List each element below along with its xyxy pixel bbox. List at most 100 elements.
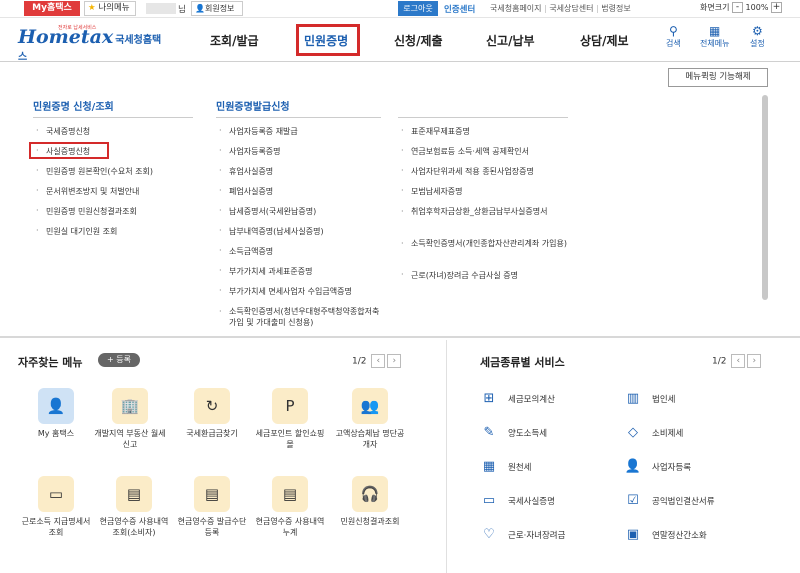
service-item[interactable]: ▦ 원천세: [480, 458, 532, 476]
logout-button[interactable]: 로그아웃: [398, 1, 438, 16]
menu-item[interactable]: 사업자등록증 재발급: [219, 126, 389, 146]
menu-item[interactable]: 부가가치세 면세사업자 수입금액증명: [219, 286, 389, 306]
menu-item[interactable]: 휴업사실증명: [219, 166, 389, 186]
gnb-lookup[interactable]: 조회/발급: [210, 32, 259, 49]
menu-item[interactable]: 소득확인증명서(청년우대형주택청약종합저축 가입 및 가대출미 신청용): [219, 306, 389, 328]
allmenu-util[interactable]: ▦ 전체메뉴: [700, 24, 729, 49]
favorites-page-indicator: 1/2: [352, 356, 367, 367]
register-favorite-button[interactable]: + 등록: [98, 353, 140, 367]
favorite-item[interactable]: ▤ 현금영수증 사용내역조회(소비자): [98, 476, 170, 538]
favorite-label: My 홈택스: [37, 429, 75, 438]
monitor-icon: ▭: [482, 493, 496, 508]
section-divider: [0, 336, 800, 338]
wallet-icon: ▣: [626, 527, 640, 542]
service-item[interactable]: ▭ 국세사실증명: [480, 492, 555, 510]
service-label: 법인세: [652, 395, 676, 405]
zoom-label: 화면크기: [700, 3, 730, 12]
law-info-link[interactable]: 법령정보: [593, 4, 630, 13]
plus-icon: +: [107, 355, 114, 364]
zoom-in-button[interactable]: +: [770, 2, 782, 13]
favorite-item[interactable]: 👤 My 홈택스: [20, 388, 92, 439]
panel-scrollbar[interactable]: [762, 95, 768, 300]
menu-item[interactable]: 취업후학자금상환_상환금납부사실증명서: [401, 206, 571, 238]
nts-homepage-link[interactable]: 국세청홈페이지: [490, 4, 542, 13]
menu-item[interactable]: 표준재무제표증명: [401, 126, 571, 146]
grid-icon: ▦: [709, 24, 721, 38]
star-icon: ★: [88, 3, 96, 13]
member-info-button[interactable]: 👤회원정보: [191, 1, 243, 16]
gnb-apply[interactable]: 신청/제출: [394, 32, 443, 49]
register-label: 등록: [116, 355, 131, 364]
my-menu-label: 나의메뉴: [98, 3, 130, 13]
favorite-item[interactable]: 🎧 민원신청결과조회: [334, 476, 406, 527]
person-icon: 👤: [38, 388, 74, 424]
prev-page-button[interactable]: ‹: [731, 354, 746, 368]
zoom-out-button[interactable]: -: [732, 2, 743, 13]
next-page-button[interactable]: ›: [747, 354, 762, 368]
menu-item[interactable]: 사업자단위과세 적용 종된사업장증명: [401, 166, 571, 186]
menu-item[interactable]: 민원증명 원본확인(수요처 조회): [36, 166, 206, 186]
prev-page-button[interactable]: ‹: [371, 354, 386, 368]
hometax-logo[interactable]: 전자로 납세서비스 Hometax 국세청홈택스: [18, 25, 168, 63]
col3-divider: [398, 117, 568, 118]
service-item[interactable]: 👤 사업자등록: [624, 458, 691, 476]
favorite-item[interactable]: ▤ 현금영수증 발급수단 등록: [176, 476, 248, 538]
menu-item[interactable]: 납세증명서(국세완납증명): [219, 206, 389, 226]
menu-item[interactable]: 사업자등록증명: [219, 146, 389, 166]
logo-slogan: 전자로 납세서비스: [58, 25, 97, 31]
menu-item[interactable]: 연금보험료등 소득·세액 공제확인서: [401, 146, 571, 166]
favorite-item[interactable]: 🏢 개발지역 부동산 월세신고: [94, 388, 166, 450]
menu-item[interactable]: 모범납세자증명: [401, 186, 571, 206]
service-item[interactable]: ▥ 법인세: [624, 390, 676, 408]
gear-icon: ⚙: [751, 24, 763, 38]
menu-item[interactable]: 납부내역증명(납세사실증명): [219, 226, 389, 246]
menu-item[interactable]: 부가가치세 과세표준증명: [219, 266, 389, 286]
favorite-label: 개발지역 부동산 월세신고: [94, 429, 166, 449]
settings-util[interactable]: ⚙ 설정: [750, 24, 765, 49]
service-item[interactable]: ♡ 근로·자녀장려금: [480, 526, 565, 544]
menu-item[interactable]: 근로(자녀)장려금 수급사실 증명: [401, 270, 571, 290]
menu-item[interactable]: 민원실 대기인원 조회: [36, 226, 206, 246]
zoom-value: 100%: [745, 3, 769, 12]
username-suffix: 님: [178, 5, 186, 15]
menu-item[interactable]: 소득확인증명서(개인종합자산관리계좌 가입용): [401, 238, 571, 270]
cash-icon: ▤: [272, 476, 308, 512]
menu-item[interactable]: 민원증명 민원신청결과조회: [36, 206, 206, 226]
document-icon: ▦: [482, 459, 496, 474]
building-icon: 🏢: [112, 388, 148, 424]
favorites-title: 자주찾는 메뉴: [18, 356, 83, 369]
diamond-icon: ◇: [628, 425, 638, 440]
col3-list: 표준재무제표증명 연금보험료등 소득·세액 공제확인서 사업자단위과세 적용 종…: [401, 126, 571, 290]
service-label: 근로·자녀장려금: [508, 531, 566, 541]
favorite-item[interactable]: ↻ 국세환급금찾기: [176, 388, 248, 439]
my-menu-button[interactable]: ★ 나의메뉴: [84, 1, 136, 16]
service-label: 사업자등록: [652, 463, 692, 473]
gnb-counsel[interactable]: 상담/제보: [580, 32, 629, 49]
heart-icon: ♡: [483, 527, 495, 542]
favorite-item[interactable]: ▤ 현금영수증 사용내역 누계: [254, 476, 326, 538]
search-icon: ⚲: [668, 24, 678, 38]
menu-item[interactable]: 폐업사실증명: [219, 186, 389, 206]
gnb-report[interactable]: 신고/납부: [486, 32, 535, 49]
favorite-item[interactable]: P 세금포인트 할인쇼핑몰: [254, 388, 326, 450]
favorite-item[interactable]: 👥 고액상습체납 명단공개자: [334, 388, 406, 450]
search-util[interactable]: ⚲ 검색: [666, 24, 681, 49]
service-item[interactable]: ⊞ 세금모의계산: [480, 390, 555, 408]
col1-divider: [33, 117, 193, 118]
col2-list: 사업자등록증 재발급 사업자등록증명 휴업사실증명 폐업사실증명 납세증명서(국…: [219, 126, 389, 328]
service-label: 양도소득세: [508, 429, 548, 439]
service-item[interactable]: ◇ 소비제세: [624, 424, 683, 442]
service-item[interactable]: ▣ 연말정산간소화: [624, 526, 707, 544]
menu-item[interactable]: 문서위변조방지 및 처벌안내: [36, 186, 206, 206]
service-item[interactable]: ✎ 양도소득세: [480, 424, 548, 442]
service-item[interactable]: ☑ 공익법인결산서류: [624, 492, 714, 510]
next-page-button[interactable]: ›: [387, 354, 402, 368]
tax-counsel-link[interactable]: 국세상담센터: [542, 4, 594, 13]
point-bag-icon: P: [272, 388, 308, 424]
cert-center-link[interactable]: 인증센터: [444, 3, 475, 15]
quicklink-toggle-button[interactable]: 메뉴퀵링 기능해제: [668, 68, 768, 87]
myhome-button[interactable]: My홈택스: [24, 1, 80, 16]
username-blurred: [146, 3, 176, 14]
menu-item[interactable]: 소득금액증명: [219, 246, 389, 266]
favorite-item[interactable]: ▭ 근로소득 지급명세서 조회: [20, 476, 92, 538]
